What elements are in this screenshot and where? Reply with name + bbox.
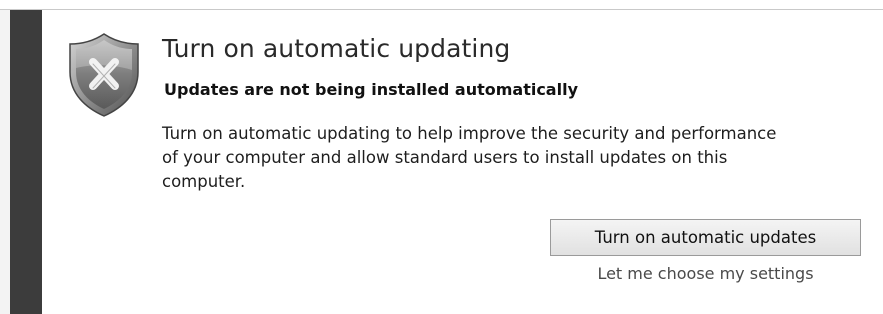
shield-error-icon	[69, 33, 139, 117]
notification-description: Turn on automatic updating to help impro…	[162, 124, 777, 191]
notification-subtitle: Updates are not being installed automati…	[164, 80, 578, 99]
top-border	[0, 0, 883, 10]
turn-on-updates-button[interactable]: Turn on automatic updates	[550, 219, 861, 256]
notification-title: Turn on automatic updating	[162, 34, 511, 63]
choose-settings-link[interactable]: Let me choose my settings	[540, 264, 871, 283]
window-edge	[0, 0, 10, 314]
status-severity-bar	[10, 10, 42, 314]
